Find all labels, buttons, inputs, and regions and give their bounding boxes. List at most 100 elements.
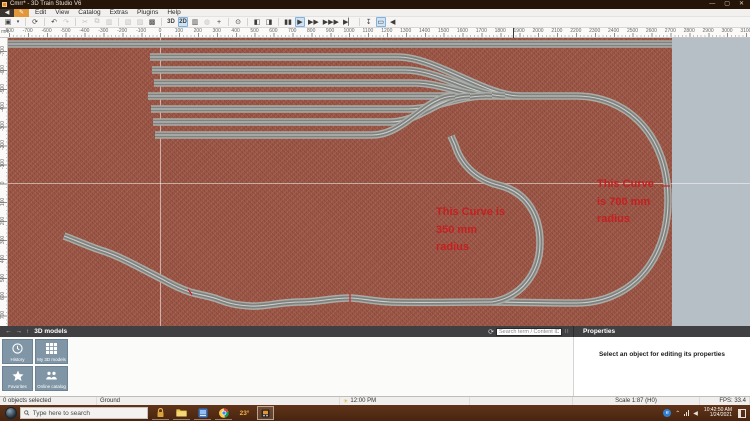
toolbar-view-2d-button[interactable]: 2D (178, 17, 188, 27)
tray-browser-icon[interactable]: e (663, 409, 671, 417)
tile-label: Favorites (3, 384, 32, 389)
toolbar-clock-button[interactable]: ⊙ (233, 17, 243, 27)
toolbar-paint-button[interactable]: ▩ (147, 17, 157, 27)
catalog-forward-icon[interactable]: → (16, 328, 23, 335)
app-window: Cmrr* - 3D Train Studio V6 — ▢ ✕ ◀ ✎ Edi… (0, 0, 750, 421)
catalog-back-icon[interactable]: ← (5, 328, 12, 335)
catalog-tile-online-catalog[interactable]: Online catalog (35, 366, 68, 391)
menu-edit[interactable]: Edit (35, 9, 46, 16)
v-ruler-label: 100 (0, 196, 6, 208)
menu-help[interactable]: Help (167, 9, 180, 16)
toolbar-skip-end-button[interactable]: ▶▏ (342, 17, 355, 27)
toolbar-bulb-button[interactable]: ◍ (202, 17, 212, 27)
v-ruler-label: 200 (0, 215, 6, 227)
toolbar-reload-button[interactable]: ⟳ (30, 17, 40, 27)
menu-bar: ◀ ✎ Edit View Catalog Extras Plugins Help (0, 9, 750, 17)
clock-icon (12, 343, 23, 354)
vertical-ruler: -700-600-500-400-300-200-100010020030040… (0, 38, 8, 326)
toolbar-cut-button[interactable]: ✂ (80, 17, 90, 27)
catalog-refresh-icon[interactable]: ⟳ (486, 327, 496, 336)
close-button[interactable]: ✕ (739, 0, 744, 9)
catalog-search-input[interactable] (496, 328, 562, 336)
menu-extras[interactable]: Extras (110, 9, 128, 16)
toolbar-view-3d-button[interactable]: 3D (166, 17, 176, 27)
toolbar-redo-button[interactable]: ↷ (61, 17, 71, 27)
layout-canvas[interactable]: This Curve is 350 mm radiusThis Curve is… (0, 38, 750, 326)
toolbar-dropdown-caret-button[interactable]: ▾ (15, 17, 21, 27)
toolbar-separator (118, 18, 119, 26)
network-icon[interactable] (684, 410, 689, 416)
toolbar-group-button[interactable]: ▧ (123, 17, 133, 27)
taskbar-search-input[interactable] (33, 410, 144, 417)
toolbar-add-button[interactable]: + (214, 17, 224, 27)
media-app-icon[interactable] (194, 406, 211, 420)
catalog-tile-history[interactable]: History (2, 339, 33, 364)
toolbar-mute-button[interactable]: ▭ (376, 17, 386, 27)
taskbar-search[interactable] (20, 407, 148, 419)
catalog-up-icon[interactable]: ↑ (26, 328, 29, 335)
v-ruler-label: -500 (0, 83, 6, 95)
taskbar-clock[interactable]: 10:42:50 AM 1/24/2021 (702, 408, 734, 419)
v-ruler-label: -400 (0, 101, 6, 113)
maximize-button[interactable]: ▢ (724, 0, 730, 9)
toolbar-layers-button[interactable]: ▥ (190, 17, 200, 27)
toolbar-save-button[interactable]: ▣ (3, 17, 13, 27)
chrome-icon[interactable] (215, 406, 232, 420)
track-segment[interactable] (64, 96, 668, 306)
menu-plugins[interactable]: Plugins (137, 9, 158, 16)
app-icon (2, 2, 7, 7)
toolbar-ungroup-button[interactable]: ▨ (135, 17, 145, 27)
catalog-tile-favorites[interactable]: Favorites (2, 366, 33, 391)
ruler-cursor-marker (513, 28, 514, 38)
toolbar-separator (161, 18, 162, 26)
search-icon (24, 410, 30, 416)
status-layer: Ground (97, 397, 340, 405)
tray-overflow-chevron-icon[interactable]: ⌃ (675, 410, 680, 417)
track-segment[interactable] (155, 96, 455, 135)
volume-tray-icon[interactable]: ◀ (693, 410, 698, 417)
toolbar-panel-right-button[interactable]: ◨ (264, 17, 274, 27)
status-fps: FPS: 33.4 (700, 397, 750, 405)
catalog-tile-my-3d-models[interactable]: My 3D models (35, 339, 68, 364)
back-button[interactable]: ◀ (0, 9, 14, 17)
toolbar-download-button[interactable]: ↧ (364, 17, 374, 27)
toolbar-play-button[interactable]: ▶ (295, 17, 305, 27)
catalog-panel-body: HistoryMy 3D models FavoritesOnline catal… (0, 337, 750, 396)
properties-panel: Select an object for editing its propert… (573, 337, 750, 396)
toolbar-paste-button[interactable]: ▥ (104, 17, 114, 27)
v-ruler-label: 600 (0, 290, 6, 302)
v-ruler-label: 700 (0, 309, 6, 321)
file-explorer-icon[interactable] (173, 406, 190, 420)
toolbar-undo-button[interactable]: ↶ (49, 17, 59, 27)
properties-panel-title: Properties (583, 328, 615, 335)
toolbar-separator (228, 18, 229, 26)
toolbar-volume-button[interactable]: ◀ (388, 17, 398, 27)
weather-widget[interactable]: 23° (236, 406, 253, 420)
toolbar-pause-button[interactable]: ▮▮ (283, 17, 293, 27)
train-studio-app-icon[interactable] (257, 406, 274, 420)
action-center-icon[interactable] (738, 409, 746, 418)
start-button[interactable] (5, 407, 17, 419)
people-icon (45, 371, 58, 381)
menu-catalog[interactable]: Catalog (78, 9, 100, 16)
vault-app-icon[interactable] (152, 406, 169, 420)
grid-icon (46, 343, 57, 354)
toolbar-separator (247, 18, 248, 26)
status-selection: 0 objects selected (0, 397, 97, 405)
menu-view[interactable]: View (55, 9, 69, 16)
v-ruler-label: -700 (0, 45, 6, 57)
minimize-button[interactable]: — (709, 0, 715, 9)
draw-tool-button[interactable]: ✎ (14, 9, 29, 17)
v-ruler-label: 300 (0, 234, 6, 246)
v-ruler-label: -600 (0, 64, 6, 76)
tile-label: History (3, 357, 32, 362)
toolbar-panel-left-button[interactable]: ◧ (252, 17, 262, 27)
content-id-toggle-icon[interactable]: ∷ (562, 327, 571, 336)
toolbar-fast-forward-button[interactable]: ▶▶ (307, 17, 320, 27)
toolbar-copy-button[interactable]: ⧉ (92, 17, 102, 27)
toolbar-faster-forward-button[interactable]: ▶▶▶ (322, 17, 340, 27)
star-icon (12, 370, 24, 382)
catalog-panel-header: ← → ↑ 3D models ⟳ ∷ Properties (0, 326, 750, 337)
v-ruler-label: 500 (0, 272, 6, 284)
windows-taskbar: 23° e ⌃ ◀ 10:42:50 AM 1/24/2021 (0, 405, 750, 421)
